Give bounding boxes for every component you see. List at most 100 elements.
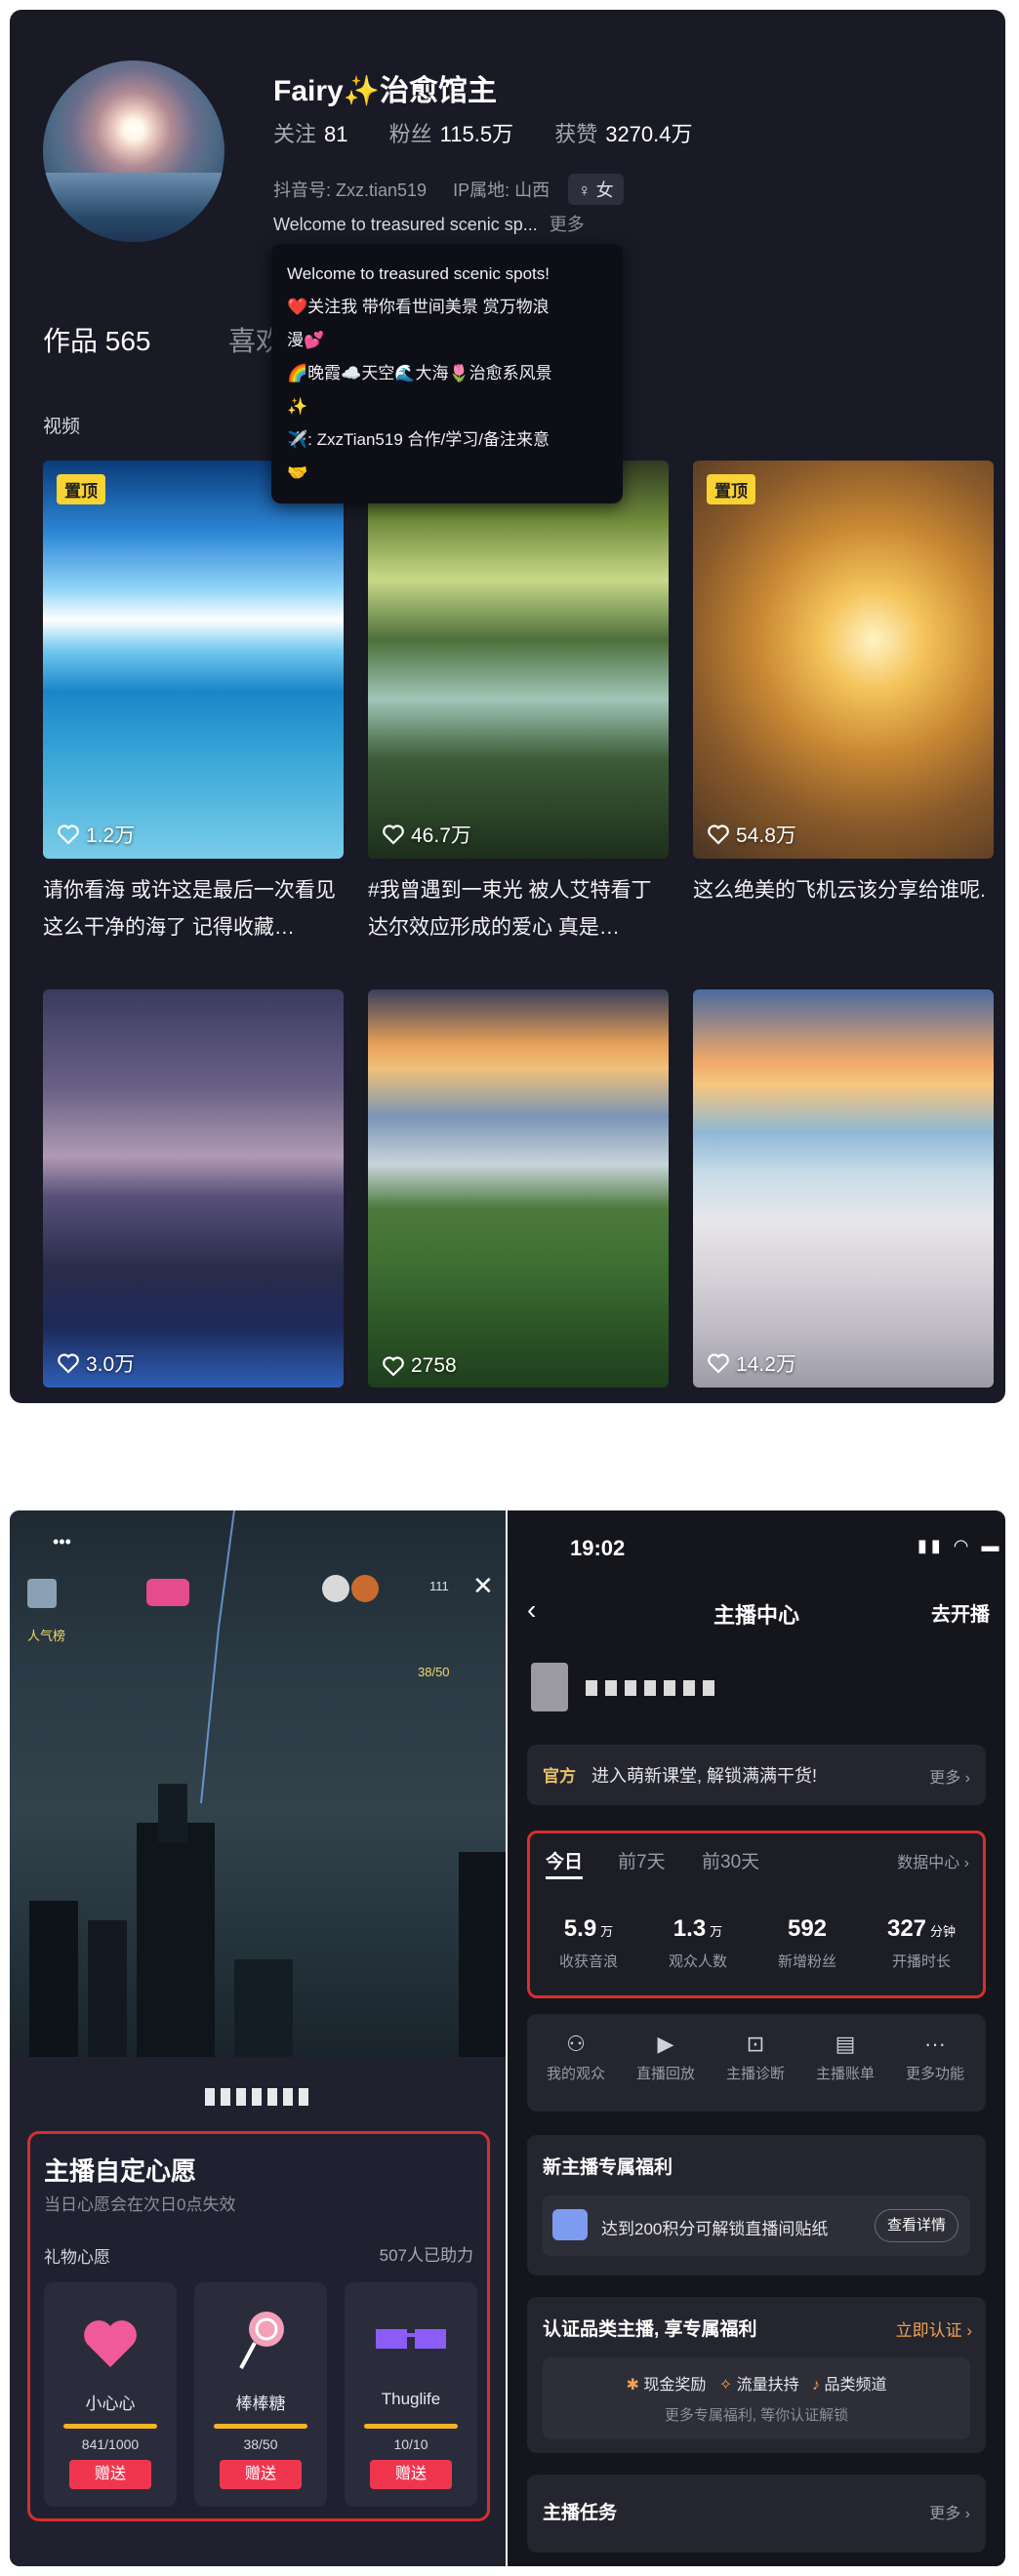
- tool-replay[interactable]: ▶ 直播回放: [621, 2032, 711, 2083]
- tab-30days[interactable]: 前30天: [702, 1847, 759, 1873]
- live-room-panel: ••• 人气榜 111 ✕ 38/50 主播自定心愿 当日心愿会在次日0点失效 …: [10, 1510, 506, 2566]
- heart-icon: [58, 825, 79, 845]
- cert-items: ✱ 现金奖励 ✧ 流量扶持 ♪ 品类频道: [626, 2377, 887, 2394]
- bio-line: Welcome to treasured scenic spots!: [287, 264, 550, 283]
- tab-indicator: [546, 1876, 583, 1879]
- profile-name: Fairy✨治愈馆主: [273, 75, 498, 107]
- bio-more-link[interactable]: 更多: [550, 215, 585, 234]
- close-icon[interactable]: ✕: [472, 1571, 494, 1601]
- send-gift-button[interactable]: 赠送: [370, 2460, 452, 2489]
- video-card[interactable]: 2758: [368, 989, 669, 1388]
- wish-progress-badge[interactable]: 38/50: [418, 1665, 450, 1679]
- gift-progress: 10/10: [393, 2436, 428, 2452]
- video-card[interactable]: 置顶 1.2万: [43, 461, 344, 859]
- send-gift-button[interactable]: 赠送: [69, 2460, 151, 2489]
- like-count-value: 1.2万: [86, 825, 136, 847]
- likes-count: 3270.4万: [605, 122, 693, 146]
- video-caption[interactable]: 这么绝美的飞机云该分享给谁呢.: [693, 872, 994, 909]
- video-card[interactable]: 置顶 54.8万: [693, 461, 994, 859]
- gift-card: 棒棒糖 38/50 赠送: [194, 2282, 327, 2507]
- tool-bill[interactable]: ▤ 主播账单: [800, 2032, 890, 2083]
- diagnosis-icon: ⊡: [746, 2032, 765, 2056]
- gift-wish-label: 礼物心愿: [44, 2248, 110, 2267]
- newbie-title: 新主播专属福利: [543, 2157, 673, 2178]
- certification-card: 认证品类主播, 享专属福利 立即认证 › ✱ 现金奖励 ✧ 流量扶持 ♪ 品类频…: [527, 2297, 986, 2453]
- bio-preview: Welcome to treasured scenic sp... 更多: [273, 211, 585, 236]
- heart-icon: [58, 1353, 79, 1374]
- douyin-id: 抖音号: Zxz.tian519: [273, 181, 428, 200]
- cert-more-text: 更多专属福利, 等你认证解锁: [664, 2407, 849, 2424]
- bio-line: ✨: [287, 397, 308, 416]
- music-icon: ♪: [811, 2377, 820, 2394]
- host-avatar[interactable]: [27, 1579, 57, 1608]
- tool-my-audience[interactable]: ⚇ 我的观众: [531, 2032, 621, 2083]
- stat-label: 开播时长: [891, 1953, 951, 1970]
- stat-item: 592 新增粉丝: [762, 1915, 852, 1971]
- tab-today[interactable]: 今日: [546, 1847, 583, 1873]
- notice-more[interactable]: 更多 ›: [929, 1764, 970, 1788]
- avatar[interactable]: [43, 60, 224, 242]
- more-icon: ···: [924, 2032, 946, 2056]
- like-count: 14.2万: [707, 1348, 796, 1378]
- fans-count[interactable]: 115.5万: [440, 122, 513, 146]
- tool-grid: ⚇ 我的观众 ▶ 直播回放 ⊡ 主播诊断 ▤ 主播账单 ··· 更多功能: [527, 2014, 986, 2112]
- profile-meta: 抖音号: Zxz.tian519 IP属地: 山西 ♀ 女: [273, 174, 624, 205]
- profile-stats: 关注 81 粉丝 115.5万 获赞 3270.4万: [273, 117, 728, 148]
- video-caption[interactable]: #我曾遇到一束光 被人艾特看丁达尔效应形成的爱心 真是…: [368, 872, 669, 946]
- cert-benefits: ✱ 现金奖励 ✧ 流量扶持 ♪ 品类频道 更多专属福利, 等你认证解锁: [543, 2357, 970, 2439]
- heart-icon: [383, 825, 404, 845]
- stat-unit: 万: [710, 1924, 723, 1939]
- gift-progress: 38/50: [243, 2436, 278, 2452]
- profile-tabs: 作品 565 喜欢: [43, 320, 283, 359]
- bio-line: 🌈晚霞☁️天空🌊大海🌷治愈系风景: [287, 364, 552, 382]
- anchor-name-mosaic: [586, 1680, 722, 1696]
- tool-more[interactable]: ··· 更多功能: [890, 2032, 980, 2083]
- go-live-button[interactable]: 去开播: [931, 1598, 990, 1627]
- viewer-avatar[interactable]: [351, 1575, 379, 1602]
- stat-item: 5.9 万 收获音浪: [544, 1915, 633, 1971]
- stat-value: 592: [787, 1915, 828, 1942]
- play-icon: ▶: [657, 2032, 674, 2056]
- newbie-benefit-card: 新主播专属福利 达到200积分可解锁直播间贴纸 查看详情: [527, 2135, 986, 2275]
- tasks-more-link[interactable]: 更多 ›: [929, 2500, 970, 2523]
- video-card[interactable]: 14.2万: [693, 989, 994, 1388]
- gift-progress: 841/1000: [81, 2436, 140, 2452]
- helpers-count[interactable]: 507人已助力: [380, 2241, 473, 2266]
- stat-value: 327: [886, 1915, 927, 1942]
- data-center-link[interactable]: 数据中心 ›: [897, 1849, 969, 1872]
- flow-icon: ✧: [718, 2377, 733, 2394]
- status-icons: ▮▮ ◠ ▬: [917, 1536, 1003, 1555]
- following-count[interactable]: 81: [324, 122, 347, 146]
- heart-icon: [383, 1356, 404, 1377]
- notice-bar[interactable]: 官方 进入萌新课堂, 解锁满满干货! 更多 ›: [527, 1745, 986, 1805]
- gift-progress-bar: [364, 2424, 458, 2429]
- following-label: 关注: [273, 122, 317, 146]
- tab-7days[interactable]: 前7天: [618, 1847, 666, 1873]
- cert-now-link[interactable]: 立即认证 ›: [896, 2316, 972, 2341]
- viewer-avatar[interactable]: [322, 1575, 349, 1602]
- view-details-button[interactable]: 查看详情: [874, 2209, 958, 2242]
- bio-line: 漫💕: [287, 331, 325, 349]
- follow-button[interactable]: [146, 1579, 189, 1606]
- gift-name: 棒棒糖: [235, 2395, 286, 2413]
- video-card[interactable]: 3.0万: [43, 989, 344, 1388]
- tool-diagnosis[interactable]: ⊡ 主播诊断: [711, 2032, 800, 2083]
- newbie-text: 达到200积分可解锁直播间贴纸: [601, 2220, 829, 2238]
- video-caption[interactable]: 请你看海 或许这是最后一次看见这么干净的海了 记得收藏…: [43, 872, 344, 946]
- like-count: 3.0万: [57, 1348, 135, 1378]
- notice-tag: 官方: [543, 1767, 576, 1786]
- wish-subtitle: 当日心愿会在次日0点失效: [44, 2195, 236, 2214]
- ip-location: IP属地: 山西: [453, 181, 550, 200]
- bio-popup: Welcome to treasured scenic spots! ❤️关注我…: [271, 244, 623, 503]
- bio-text: Welcome to treasured scenic sp...: [273, 215, 538, 234]
- bio-line: ✈️: ZxzTian519 合作/学习/备注来意: [287, 430, 550, 449]
- video-card[interactable]: 46.7万: [368, 461, 669, 859]
- send-gift-button[interactable]: 赠送: [220, 2460, 302, 2489]
- anchor-avatar[interactable]: [531, 1663, 568, 1711]
- tab-works[interactable]: 作品 565: [43, 326, 151, 356]
- section-label: 视频: [43, 417, 81, 437]
- popularity-rank[interactable]: 人气榜: [27, 1626, 65, 1644]
- viewer-count[interactable]: 111: [429, 1579, 449, 1593]
- like-count-value: 46.7万: [411, 825, 471, 847]
- notice-text: 进入萌新课堂, 解锁满满干货!: [591, 1766, 818, 1786]
